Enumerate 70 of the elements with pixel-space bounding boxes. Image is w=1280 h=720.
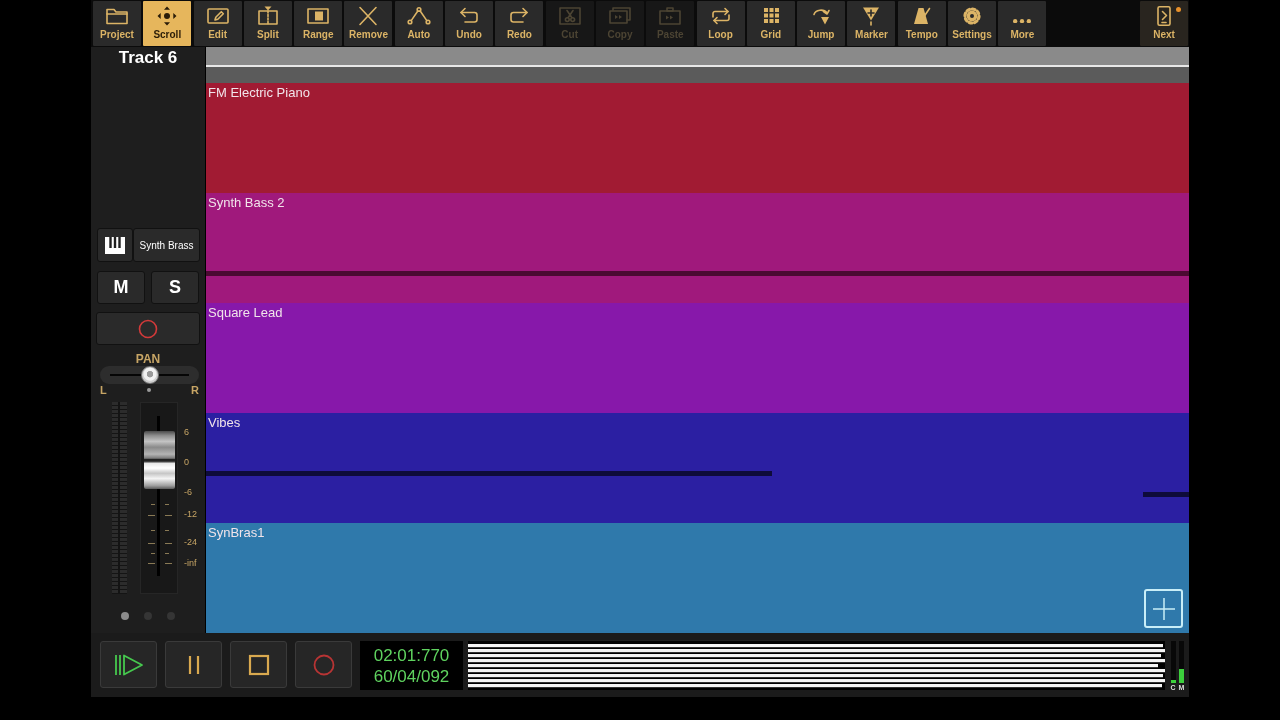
tempo-button[interactable]: Tempo — [897, 1, 946, 46]
keyboard-button[interactable] — [97, 228, 133, 262]
pan-left-label: L — [100, 384, 107, 396]
play-icon — [113, 652, 144, 677]
timeline-ruler[interactable] — [206, 47, 1189, 67]
marker-button[interactable]: Marker — [847, 1, 896, 46]
scale-label: 0 — [184, 456, 190, 468]
note-bar — [1143, 492, 1189, 497]
scale-label: -6 — [184, 486, 193, 498]
more-button[interactable]: More — [998, 1, 1047, 46]
scale-label: -inf — [184, 557, 197, 569]
remove-button[interactable]: Remove — [344, 1, 393, 46]
record-icon — [138, 318, 158, 339]
track-name: Vibes — [208, 415, 241, 430]
pan-center-dot-icon — [146, 388, 151, 392]
volume-fader[interactable] — [140, 402, 178, 594]
bar-beat-readout: 60/04/092 — [373, 665, 450, 687]
solo-button[interactable]: S — [151, 271, 199, 304]
split-icon — [255, 6, 280, 26]
pan-label: PAN — [134, 353, 162, 366]
pan-right-label: R — [191, 384, 199, 396]
automation-button[interactable]: Auto — [394, 1, 443, 46]
stop-button[interactable] — [230, 641, 287, 688]
peak-line-icon — [406, 6, 431, 26]
time-readout: 02:01:770 — [373, 644, 450, 666]
track-lane[interactable]: Vibes — [206, 413, 1189, 523]
scale-label: -24 — [184, 536, 197, 548]
project-button[interactable]: Project — [93, 1, 141, 46]
grid-button[interactable]: Grid — [746, 1, 795, 46]
track-lane[interactable]: FM Electric Piano — [206, 83, 1189, 193]
redo-button[interactable]: Redo — [495, 1, 544, 46]
instrument-button[interactable]: Synth Brass — [133, 228, 200, 262]
add-track-button[interactable] — [1144, 589, 1183, 628]
track-name: SynBras1 — [208, 525, 265, 540]
pan-knob[interactable] — [140, 366, 159, 384]
scale-label: 6 — [184, 426, 190, 438]
record-arm-button[interactable] — [96, 312, 200, 345]
ellipsis-icon — [1013, 19, 1032, 24]
scissors-frame-icon — [557, 6, 582, 26]
pencil-frame-icon — [205, 6, 230, 26]
undo-button[interactable]: Undo — [445, 1, 494, 46]
copy-icon — [607, 6, 632, 26]
folder-icon — [105, 6, 129, 26]
edit-button[interactable]: Edit — [193, 1, 242, 46]
track-lane[interactable]: Square Lead — [206, 303, 1189, 413]
scroll-button[interactable]: Scroll — [143, 1, 192, 46]
track-name: Square Lead — [208, 305, 283, 320]
range-icon — [306, 6, 331, 26]
track-title: Track 6 — [117, 47, 179, 69]
track-name: Synth Bass 2 — [208, 195, 285, 210]
settings-button[interactable]: Settings — [948, 1, 997, 46]
play-button[interactable] — [100, 641, 157, 688]
split-button[interactable]: Split — [243, 1, 292, 46]
clipboard-icon — [658, 6, 683, 26]
plus-icon — [1152, 597, 1175, 620]
scale-label: -12 — [184, 508, 197, 520]
track-lane[interactable]: SynBras1 — [206, 523, 1189, 633]
range-button[interactable]: Range — [294, 1, 343, 46]
jump-button[interactable]: Jump — [797, 1, 846, 46]
pause-button[interactable] — [165, 641, 222, 688]
pan-slider[interactable] — [100, 366, 199, 384]
track-lane[interactable]: Synth Bass 2 — [206, 193, 1189, 303]
mute-button[interactable]: M — [97, 271, 145, 304]
track-name: FM Electric Piano — [208, 85, 310, 100]
piano-keys-icon — [105, 236, 125, 254]
fader-knob[interactable] — [144, 431, 175, 489]
overview-drawing[interactable] — [468, 641, 1165, 690]
loop-button[interactable]: Loop — [696, 1, 745, 46]
page-dot[interactable] — [121, 612, 129, 620]
next-button[interactable]: Next — [1140, 1, 1188, 46]
